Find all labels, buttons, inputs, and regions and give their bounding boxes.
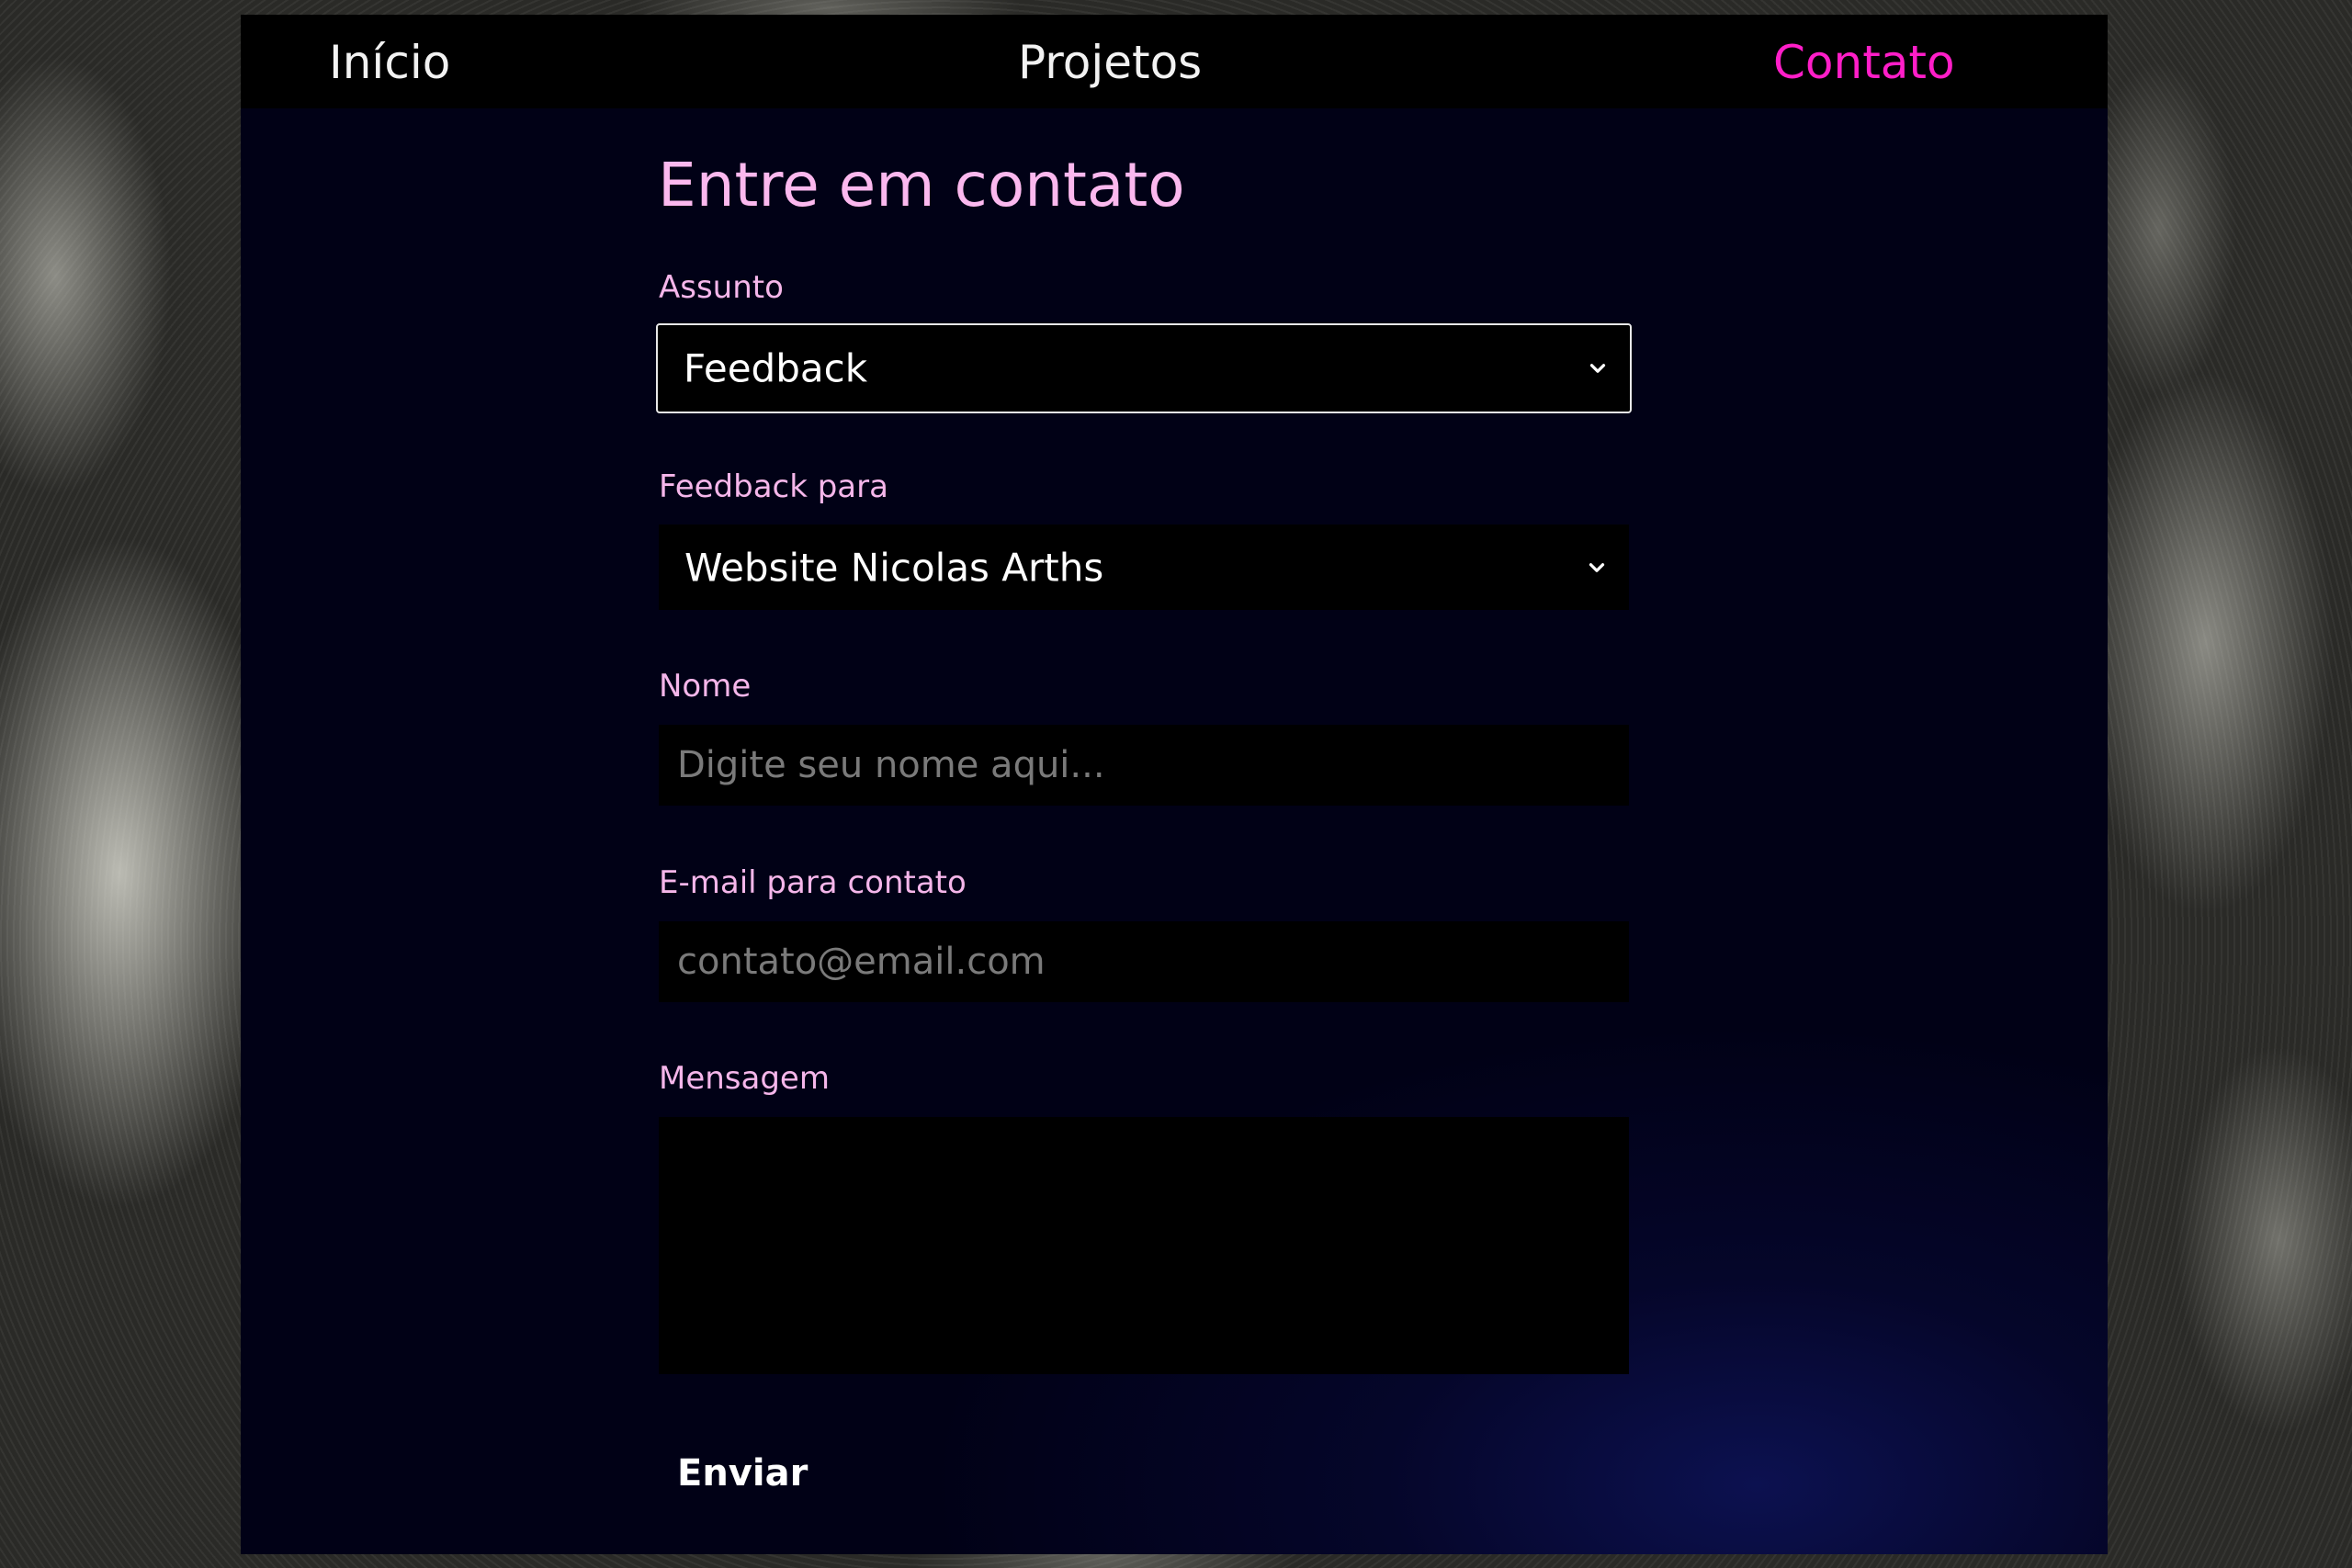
name-input[interactable]	[659, 725, 1629, 806]
top-navigation: Início Projetos Contato	[241, 15, 2108, 108]
chevron-down-icon	[1589, 364, 1606, 373]
subject-select-value: Feedback	[684, 345, 868, 391]
feedback-for-label: Feedback para	[659, 468, 888, 505]
subject-label: Assunto	[659, 269, 784, 306]
submit-button[interactable]: Enviar	[659, 1429, 826, 1517]
nav-link-projects[interactable]: Projetos	[1018, 35, 1202, 90]
nav-link-home[interactable]: Início	[329, 35, 450, 90]
nav-link-contact[interactable]: Contato	[1773, 35, 1955, 90]
feedback-for-select[interactable]: Website Nicolas Arths	[659, 525, 1629, 610]
form-title: Entre em contato	[658, 150, 1185, 220]
message-label: Mensagem	[659, 1060, 830, 1097]
message-textarea[interactable]	[659, 1117, 1629, 1374]
email-input[interactable]	[659, 921, 1629, 1002]
feedback-for-select-value: Website Nicolas Arths	[684, 545, 1104, 590]
subject-select[interactable]: Feedback	[656, 323, 1632, 413]
email-label: E-mail para contato	[659, 864, 967, 901]
name-label: Nome	[659, 668, 752, 705]
contact-card: Início Projetos Contato Entre em contato…	[241, 15, 2108, 1554]
chevron-down-icon	[1589, 562, 1605, 572]
